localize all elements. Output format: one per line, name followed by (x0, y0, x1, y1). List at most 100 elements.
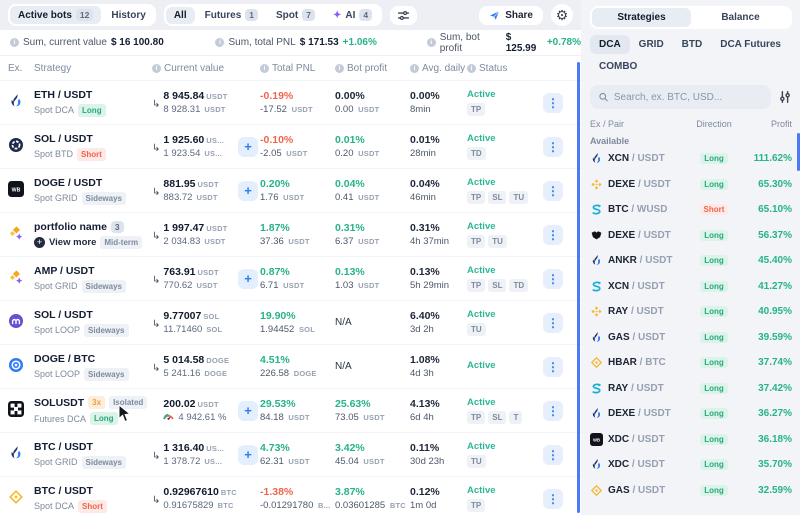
view-more-link[interactable]: View more (49, 237, 96, 248)
col-status: Status (467, 63, 543, 74)
pair-base: XCN (608, 153, 629, 164)
status-tags: TD (467, 147, 543, 160)
segment-strategies[interactable]: Strategies (592, 8, 691, 27)
table-row[interactable]: BTC / USDT Spot DCAShort ↳ 0.92967610BTC… (0, 476, 581, 515)
pair-row[interactable]: BTC / WUSD Short 65.10% (590, 197, 792, 223)
row-menu-button[interactable]: ⋮ (543, 313, 563, 333)
pair-base: HBAR (608, 357, 637, 368)
table-settings-button[interactable] (390, 6, 417, 25)
status-badge: Active (467, 89, 543, 100)
filter-futures[interactable]: Futures 1 (197, 6, 266, 24)
filter-ai[interactable]: ✦ AI 4 (325, 6, 380, 24)
okx-icon (8, 401, 24, 417)
table-row[interactable]: WB DOGE / USDT Spot GRIDSideways ↳ 881.9… (0, 168, 581, 212)
pair-name: SOLUSDT (34, 397, 84, 409)
table-row[interactable]: portfolio name3 +View moreMid-term ↳ 1 9… (0, 212, 581, 256)
pair-quote: / USDT (629, 281, 665, 292)
left-panel-scrollbar[interactable] (577, 62, 580, 513)
table-row[interactable]: BTC / USDT Spot GRIDSideways ↳ 1 316.40U… (0, 432, 581, 476)
filter-spot[interactable]: Spot 7 (268, 6, 323, 24)
row-menu-button[interactable]: ⋮ (543, 489, 563, 509)
pair-row[interactable]: DEXE / USDT Long 65.30% (590, 172, 792, 198)
add-funds-button[interactable]: + (238, 445, 258, 465)
avg-daily-percent: 0.31% (410, 222, 467, 234)
share-label: Share (505, 10, 533, 21)
add-funds-button[interactable]: + (238, 401, 258, 421)
direction-badge: Short (700, 204, 729, 215)
row-menu-button[interactable]: ⋮ (543, 357, 563, 377)
pair-row[interactable]: DEXE / USDT Long 56.37% (590, 223, 792, 249)
tab-combo[interactable]: COMBO (590, 57, 646, 76)
share-button[interactable]: Share (479, 6, 543, 25)
status-badge: Active (467, 397, 543, 408)
table-row[interactable]: ETH / USDT Spot DCALong ↳ 8 945.84USDT 8… (0, 80, 581, 124)
pair-row[interactable]: WB XDC / USDT Long 36.18% (590, 427, 792, 453)
currency-unit: USDT (196, 281, 217, 290)
current-value: 9.77007 (163, 310, 201, 322)
col-current-value: Current value (152, 63, 260, 74)
tab-dca-futures[interactable]: DCA Futures (711, 35, 790, 54)
table-row[interactable]: SOL / USDT Spot LOOPSideways ↳ 9.77007SO… (0, 300, 581, 344)
tab-history[interactable]: History (103, 7, 153, 24)
add-funds-button[interactable]: + (238, 269, 258, 289)
huobi-icon (590, 254, 603, 267)
total-pnl-value: -2.05 USDT (260, 148, 335, 159)
pair-row[interactable]: GAS / USDT Long 39.59% (590, 325, 792, 351)
trend-arrow-icon: ↳ (152, 99, 160, 110)
tab-btd[interactable]: BTD (673, 35, 712, 54)
pair-base: XDC (608, 434, 629, 445)
add-funds-button[interactable]: + (238, 137, 258, 157)
row-menu-button[interactable]: ⋮ (543, 401, 563, 421)
pair-profit: 36.18% (738, 434, 792, 445)
row-menu-button[interactable]: ⋮ (543, 269, 563, 289)
sort-filter-icon[interactable] (778, 90, 792, 104)
current-value: 8 945.84 (163, 90, 204, 102)
table-row[interactable]: SOLUSDT3xIsolated Futures DCALong ↳ 200.… (0, 388, 581, 432)
search-input[interactable] (614, 92, 763, 103)
pair-quote: / USDT (630, 332, 666, 343)
trend-arrow-icon: ↳ (152, 319, 160, 330)
pair-row[interactable]: DEXE / USDT Long 36.27% (590, 401, 792, 427)
tab-active-bots[interactable]: Active bots 12 (10, 6, 101, 24)
pair-row[interactable]: XCN / USDT Long 111.62% (590, 146, 792, 172)
row-menu-button[interactable]: ⋮ (543, 181, 563, 201)
pair-row[interactable]: RAY / USDT Long 37.42% (590, 376, 792, 402)
table-row[interactable]: DOGE / BTC Spot LOOPSideways ↳ 5 014.58D… (0, 344, 581, 388)
currency-unit: US... (204, 149, 222, 158)
direction-badge: Long (700, 179, 728, 190)
pair-row[interactable]: RAY / USDT Long 40.95% (590, 299, 792, 325)
search-row (590, 85, 792, 109)
row-menu-button[interactable]: ⋮ (543, 225, 563, 245)
table-row[interactable]: SOL / USDT Spot BTDShort ↳ 1 925.60US...… (0, 124, 581, 168)
add-funds-button[interactable]: + (238, 181, 258, 201)
pair-row[interactable]: GAS / USDT Long 32.59% (590, 478, 792, 504)
row-menu-button[interactable]: ⋮ (543, 137, 563, 157)
segment-balance[interactable]: Balance (691, 8, 790, 27)
bot-profit-percent: 0.31% (335, 222, 410, 234)
row-menu-button[interactable]: ⋮ (543, 445, 563, 465)
search-box[interactable] (590, 85, 771, 109)
table-row[interactable]: AMP / USDT Spot GRIDSideways ↳ 763.91USD… (0, 256, 581, 300)
tag-short: Short (77, 148, 106, 161)
pair-name: DOGE / BTC (34, 353, 95, 365)
pair-profit: 56.37% (738, 230, 792, 241)
row-menu-button[interactable]: ⋮ (543, 93, 563, 113)
settings-button[interactable]: ⚙ (551, 4, 573, 26)
filter-all[interactable]: All (166, 7, 195, 24)
tag-tu: TU (509, 191, 528, 204)
tab-dca[interactable]: DCA (590, 35, 630, 54)
pair-profit: 45.40% (738, 255, 792, 266)
pair-row[interactable]: XDC / USDT Long 35.70% (590, 452, 792, 478)
binance-outline-icon (8, 489, 24, 505)
tab-grid[interactable]: GRID (630, 35, 673, 54)
plus-circle-icon: + (34, 237, 45, 248)
tag-tu: TU (467, 455, 486, 468)
purple-circle-exchange-icon (8, 313, 24, 329)
status-tags: TP (467, 499, 543, 512)
col-avg-daily: Avg. daily (410, 63, 467, 74)
total-pnl-percent: 29.53% (260, 398, 335, 410)
pair-row[interactable]: ANKR / USDT Long 45.40% (590, 248, 792, 274)
pair-row[interactable]: XCN / USDT Long 41.27% (590, 274, 792, 300)
strategy-type-label: Spot LOOP (34, 369, 80, 379)
pair-row[interactable]: HBAR / BTC Long 37.74% (590, 350, 792, 376)
